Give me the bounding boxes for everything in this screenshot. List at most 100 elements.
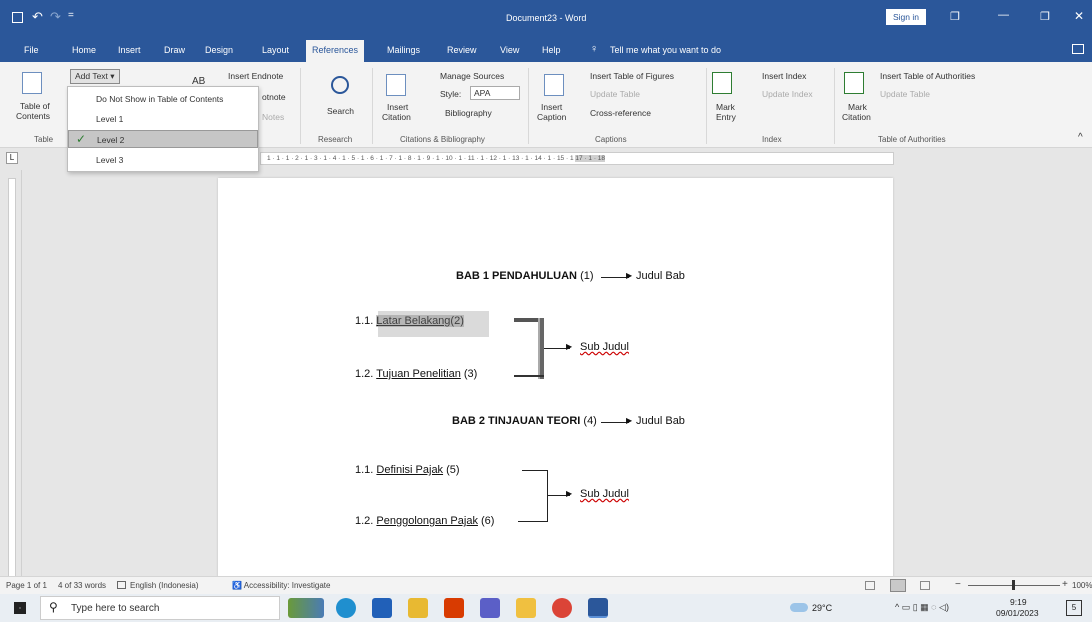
mark-entry-label2[interactable]: Entry — [716, 112, 736, 122]
search-icon[interactable] — [331, 76, 349, 94]
tab-home[interactable]: Home — [72, 45, 96, 55]
toc-button-label2[interactable]: Contents — [16, 111, 50, 121]
mark-citation-label2[interactable]: Citation — [842, 112, 871, 122]
tell-me-search[interactable]: Tell me what you want to do — [610, 45, 721, 55]
ribbon-display-icon[interactable]: ❐ — [950, 10, 960, 23]
start-windows-icon[interactable] — [14, 602, 26, 614]
tab-help[interactable]: Help — [542, 45, 561, 55]
table-of-contents-icon[interactable] — [22, 72, 42, 94]
insert-caption-icon[interactable] — [544, 74, 564, 96]
customize-quick-access-icon[interactable]: = — [68, 10, 74, 21]
word-app-icon[interactable] — [588, 598, 608, 618]
proofing-icon[interactable] — [117, 581, 126, 589]
tab-draw[interactable]: Draw — [164, 45, 185, 55]
sign-in-button[interactable]: Sign in — [886, 9, 926, 25]
insert-citation-label2[interactable]: Citation — [382, 112, 411, 122]
add-text-button[interactable]: Add Text ▾ — [70, 69, 120, 84]
insert-citation-label[interactable]: Insert — [387, 102, 408, 112]
mark-citation-label[interactable]: Mark — [848, 102, 867, 112]
taskbar-search-box[interactable]: ⚲ Type here to search — [40, 596, 280, 620]
save-icon[interactable] — [12, 12, 23, 23]
zoom-slider[interactable] — [968, 580, 1060, 590]
update-index-button[interactable]: Update Index — [762, 89, 813, 99]
tab-view[interactable]: View — [500, 45, 519, 55]
subheading-1-2[interactable]: 1.2. Tujuan Penelitian (3) — [355, 368, 477, 380]
teams-icon[interactable] — [480, 598, 500, 618]
horizontal-ruler[interactable]: 1 · 1 · 1 · 2 · 1 · 3 · 1 · 4 · 1 · 5 · … — [260, 152, 894, 165]
bibliography-button[interactable]: Bibliography — [445, 108, 492, 118]
toa-group-label: Table of Authorities — [878, 135, 946, 144]
show-notes-button[interactable]: Notes — [262, 112, 284, 122]
tab-design[interactable]: Design — [205, 45, 233, 55]
tab-file[interactable]: File — [24, 45, 39, 55]
undo-icon[interactable]: ↶ — [32, 9, 43, 25]
collapse-ribbon-icon[interactable]: ^ — [1078, 132, 1083, 143]
tab-insert[interactable]: Insert — [118, 45, 141, 55]
insert-endnote-button[interactable]: Insert Endnote — [228, 71, 283, 81]
web-layout-icon[interactable] — [920, 581, 930, 590]
zoom-level[interactable]: 100% — [1072, 581, 1092, 590]
edge-icon[interactable] — [336, 598, 356, 618]
clock-time[interactable]: 9:19 — [1010, 597, 1027, 607]
tab-review[interactable]: Review — [447, 45, 477, 55]
vertical-ruler[interactable] — [0, 170, 22, 590]
chrome-icon[interactable] — [552, 598, 572, 618]
store-icon[interactable] — [372, 598, 392, 618]
insert-toa-button[interactable]: Insert Table of Authorities — [880, 71, 975, 81]
minimize-button[interactable]: — — [998, 9, 1009, 21]
document-page[interactable]: BAB 1 PENDAHULUAN (1) ▶ Judul Bab 1.1. L… — [218, 178, 893, 598]
style-select[interactable]: APA — [470, 86, 520, 100]
bracket-bottom — [514, 375, 544, 377]
menu-item-level-2[interactable]: Level 2 — [68, 130, 258, 148]
folder-icon[interactable] — [516, 598, 536, 618]
heading-bab-2[interactable]: BAB 2 TINJAUAN TEORI (4) — [452, 415, 597, 427]
weather-temp[interactable]: 29°C — [812, 603, 832, 613]
manage-sources-button[interactable]: Manage Sources — [440, 71, 504, 81]
update-toa-button[interactable]: Update Table — [880, 89, 930, 99]
insert-index-button[interactable]: Insert Index — [762, 71, 806, 81]
search-button[interactable]: Search — [327, 106, 354, 116]
insert-citation-icon[interactable] — [386, 74, 406, 96]
word-count[interactable]: 4 of 33 words — [58, 581, 106, 590]
subheading-2-1[interactable]: 1.1. Definisi Pajak (5) — [355, 464, 460, 476]
tab-selector[interactable]: L — [6, 152, 18, 164]
redo-icon[interactable]: ↷ — [50, 9, 61, 25]
toc-button-label1[interactable]: Table of — [20, 101, 50, 111]
tab-references[interactable]: References — [306, 40, 365, 62]
insert-table-of-figures-button[interactable]: Insert Table of Figures — [590, 71, 674, 81]
widgets-icon[interactable] — [288, 598, 324, 618]
file-explorer-icon[interactable] — [408, 598, 428, 618]
mark-entry-label[interactable]: Mark — [716, 102, 735, 112]
menu-item-do-not-show[interactable]: Do Not Show in Table of Contents — [68, 90, 258, 108]
office-icon[interactable] — [444, 598, 464, 618]
close-button[interactable]: ✕ — [1074, 9, 1084, 23]
cross-reference-button[interactable]: Cross-reference — [590, 108, 651, 118]
restore-button[interactable]: ❐ — [1040, 10, 1050, 23]
zoom-in-icon[interactable]: + — [1062, 579, 1068, 590]
subheading-2-2[interactable]: 1.2. Penggolongan Pajak (6) — [355, 515, 494, 527]
notification-icon[interactable]: 5 — [1066, 600, 1082, 616]
mark-entry-icon[interactable] — [712, 72, 732, 94]
menu-item-level-1[interactable]: Level 1 — [68, 110, 258, 128]
tab-layout[interactable]: Layout — [262, 45, 289, 55]
page-count[interactable]: Page 1 of 1 — [6, 581, 47, 590]
mark-citation-icon[interactable] — [844, 72, 864, 94]
accessibility-status[interactable]: ♿ Accessibility: Investigate — [232, 581, 330, 590]
clock-date[interactable]: 09/01/2023 — [996, 608, 1039, 618]
language-status[interactable]: English (Indonesia) — [130, 581, 198, 590]
update-table-button[interactable]: Update Table — [590, 89, 640, 99]
bracket-bottom — [518, 521, 548, 522]
heading-bab-1[interactable]: BAB 1 PENDAHULUAN (1) — [456, 270, 594, 282]
next-footnote-button[interactable]: otnote — [262, 92, 286, 102]
comments-icon[interactable] — [1072, 44, 1084, 54]
insert-caption-label2[interactable]: Caption — [537, 112, 566, 122]
toc-group-label: Table — [34, 135, 54, 144]
menu-item-level-3[interactable]: Level 3 — [68, 151, 258, 169]
zoom-out-icon[interactable]: − — [955, 579, 961, 590]
tab-mailings[interactable]: Mailings — [387, 45, 420, 55]
system-tray-icons[interactable]: ^ ▭ ▯ ▦ ◌ ◁) — [895, 602, 949, 613]
focus-mode-icon[interactable] — [865, 581, 875, 590]
print-layout-icon[interactable] — [890, 579, 906, 592]
zoom-slider-thumb[interactable] — [1012, 580, 1015, 590]
insert-caption-label[interactable]: Insert — [541, 102, 562, 112]
